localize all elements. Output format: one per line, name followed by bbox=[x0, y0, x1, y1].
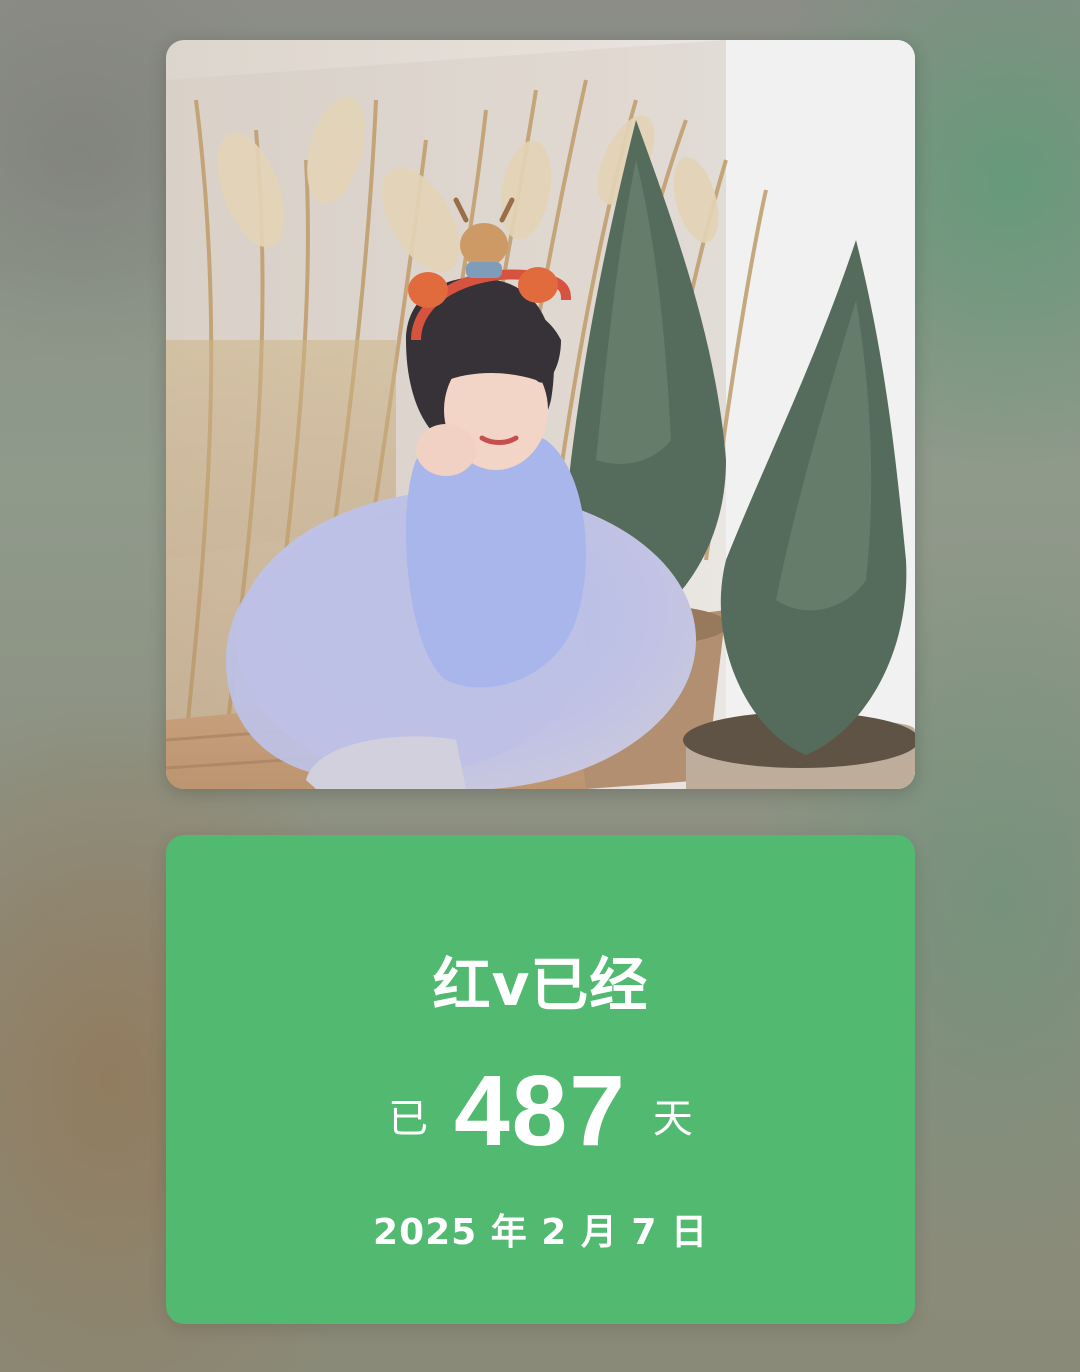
cover-photo[interactable] bbox=[166, 40, 915, 789]
count-suffix: 天 bbox=[652, 1096, 693, 1142]
target-date: 2025 年 2 月 7 日 bbox=[373, 1212, 708, 1253]
day-count-row: 已 487 天 bbox=[166, 1061, 915, 1161]
counter-title: 红v已经 bbox=[432, 951, 649, 1019]
cover-photo-illustration bbox=[166, 40, 915, 789]
day-count-number: 487 bbox=[454, 1055, 627, 1167]
app-screen: 红v已经 已 487 天 2025 年 2 月 7 日 bbox=[0, 0, 1080, 1372]
count-prefix: 已 bbox=[388, 1096, 429, 1142]
day-counter-card[interactable]: 红v已经 已 487 天 2025 年 2 月 7 日 bbox=[166, 835, 915, 1324]
